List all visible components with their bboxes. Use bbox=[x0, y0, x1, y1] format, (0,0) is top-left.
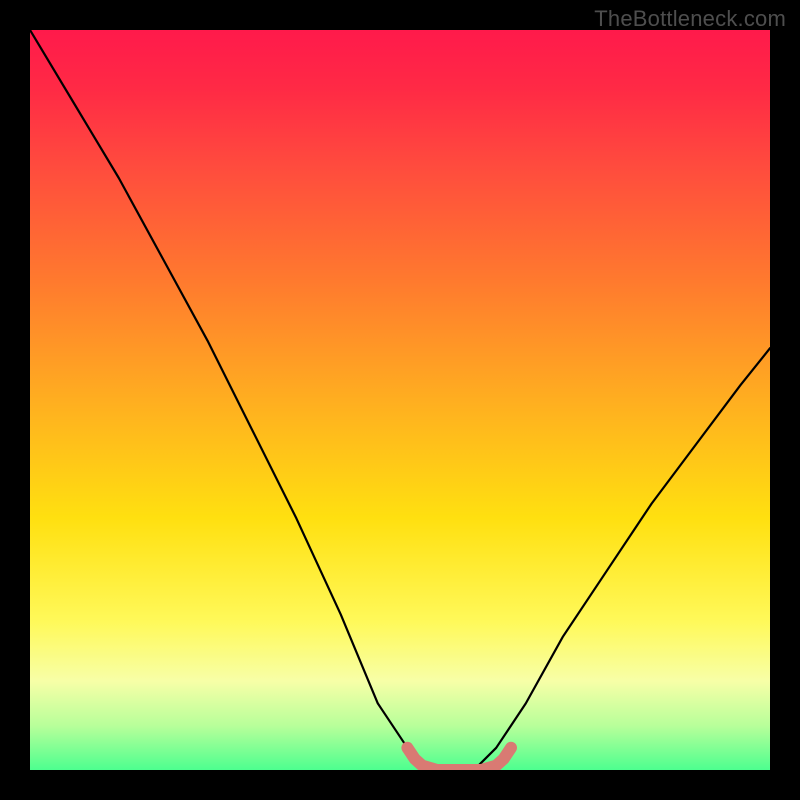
curve-layer bbox=[30, 30, 770, 770]
chart-frame: TheBottleneck.com bbox=[0, 0, 800, 800]
bottleneck-curve-path bbox=[30, 30, 770, 770]
optimal-zone-marker-path bbox=[407, 748, 511, 770]
plot-area bbox=[30, 30, 770, 770]
watermark-text: TheBottleneck.com bbox=[594, 6, 786, 32]
